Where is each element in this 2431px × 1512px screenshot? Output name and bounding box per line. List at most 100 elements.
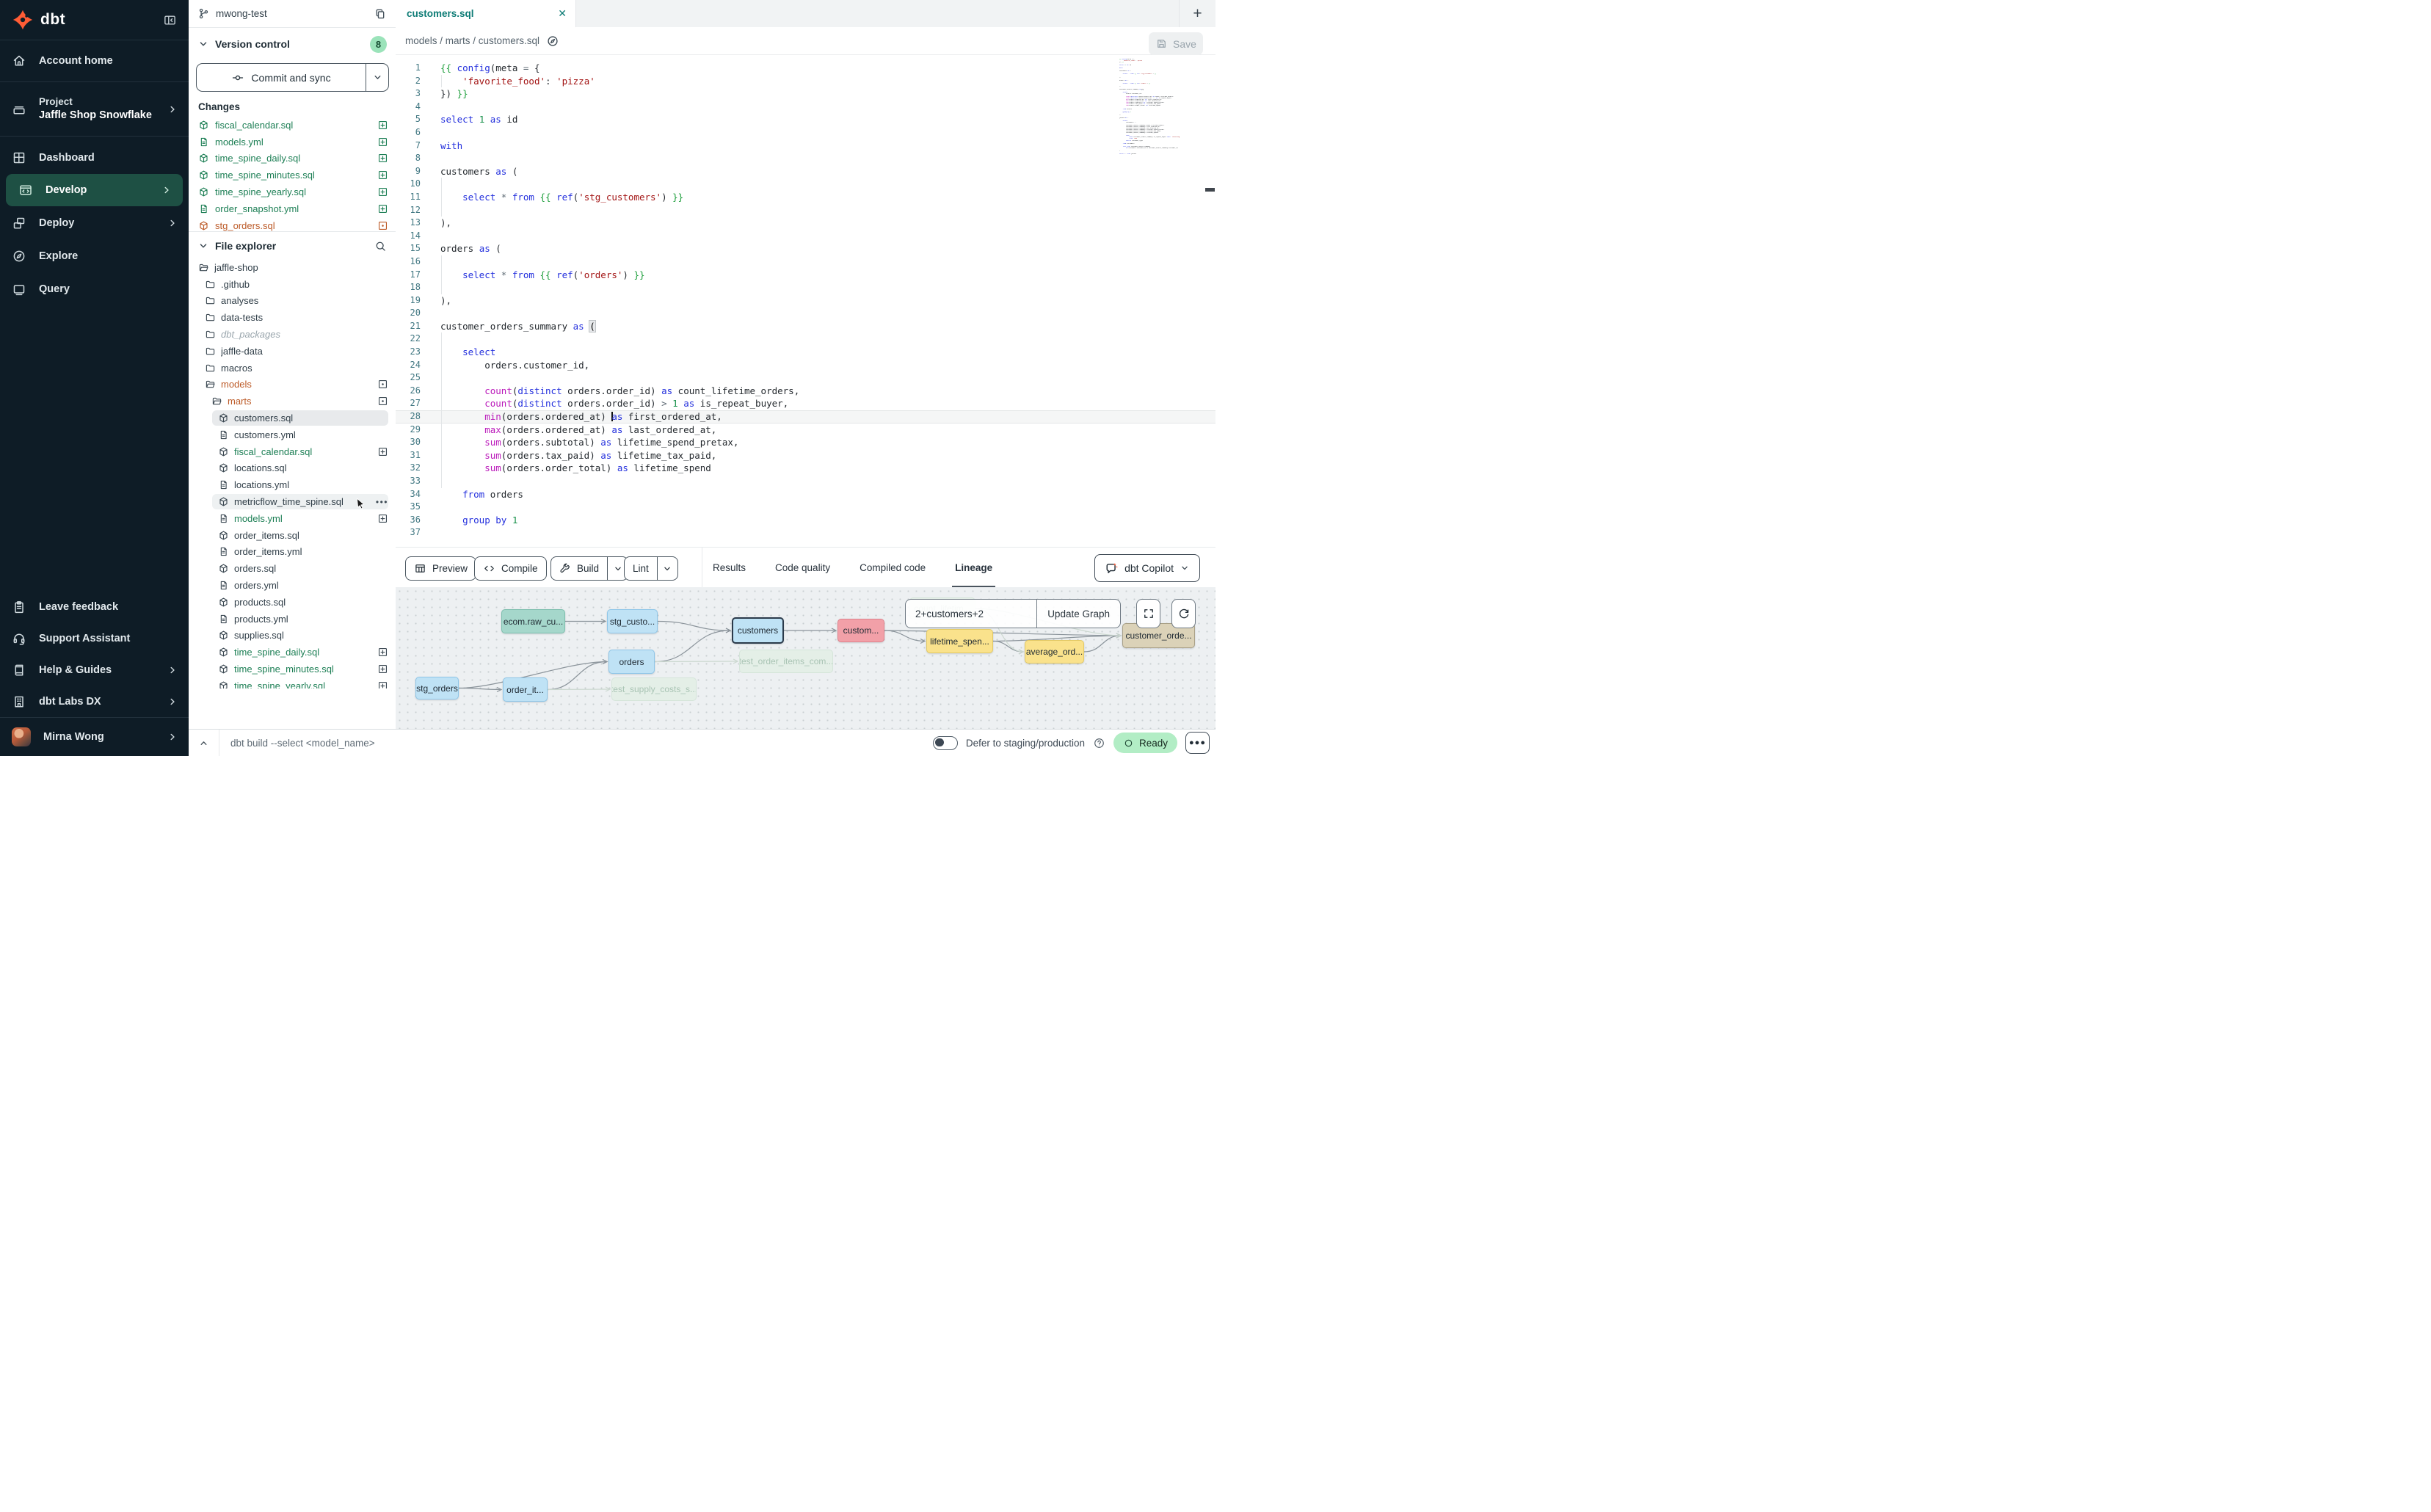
tree-item[interactable]: jaffle-shop — [189, 259, 396, 276]
lineage-node-test_sc[interactable]: test_supply_costs_s... — [611, 677, 697, 701]
help-question-icon[interactable] — [1093, 737, 1105, 749]
tab-code-quality[interactable]: Code quality — [775, 548, 830, 588]
stage-plus-icon[interactable] — [377, 203, 388, 214]
tree-item[interactable]: data-tests — [189, 309, 396, 326]
stage-plus-icon[interactable] — [377, 186, 388, 197]
change-row[interactable]: order_snapshot.yml — [189, 200, 396, 217]
stage-plus-icon[interactable] — [377, 513, 388, 524]
version-control-header[interactable]: Version control 8 — [197, 34, 387, 54]
tab-lineage[interactable]: Lineage — [955, 548, 992, 588]
sidebar-item-develop[interactable]: Develop — [6, 174, 183, 206]
compile-button[interactable]: Compile — [474, 556, 547, 581]
build-button[interactable]: Build — [550, 556, 628, 581]
row-menu-icon[interactable]: ••• — [376, 497, 388, 507]
lineage-node-stg_custo[interactable]: stg_custo... — [607, 609, 658, 633]
tree-item[interactable]: dbt_packages — [189, 326, 396, 343]
tree-item[interactable]: jaffle-data — [189, 343, 396, 360]
update-graph-button[interactable]: Update Graph — [1036, 600, 1120, 628]
dbt-copilot-button[interactable]: dbt Copilot — [1094, 554, 1200, 582]
sidebar-item-dbt-labs-dx[interactable]: dbt Labs DX — [0, 686, 189, 717]
stage-plus-icon[interactable] — [377, 120, 388, 131]
save-button[interactable]: Save — [1149, 32, 1203, 55]
lineage-node-lifetime[interactable]: lifetime_spen... — [926, 629, 993, 653]
change-row[interactable]: stg_orders.sql — [189, 217, 396, 231]
tree-item[interactable]: time_spine_daily.sql — [189, 644, 396, 661]
tree-item[interactable]: products.sql — [189, 594, 396, 611]
scrollbar-thumb[interactable] — [1205, 188, 1215, 192]
change-row[interactable]: fiscal_calendar.sql — [189, 117, 396, 134]
search-icon[interactable] — [374, 240, 387, 252]
sidebar-item-query[interactable]: Query — [0, 272, 189, 305]
stage-plus-icon[interactable] — [377, 137, 388, 148]
preview-button[interactable]: Preview — [405, 556, 476, 581]
tree-item[interactable]: locations.sql — [189, 460, 396, 477]
commit-and-sync-button[interactable]: Commit and sync — [196, 63, 389, 92]
sidebar-item-support-assistant[interactable]: Support Assistant — [0, 622, 189, 654]
lineage-node-orders[interactable]: orders — [608, 650, 655, 674]
refresh-button[interactable] — [1171, 599, 1196, 628]
stage-plus-icon[interactable] — [377, 170, 388, 181]
tree-item[interactable]: models.yml — [189, 510, 396, 527]
change-row[interactable]: time_spine_yearly.sql — [189, 183, 396, 200]
close-icon[interactable]: ✕ — [558, 7, 567, 20]
lint-button[interactable]: Lint — [624, 556, 678, 581]
sidebar-item-deploy[interactable]: Deploy — [0, 206, 189, 239]
more-options-button[interactable]: ●●● — [1185, 732, 1210, 754]
sidebar-collapse-icon[interactable] — [163, 13, 177, 27]
tree-item[interactable]: order_items.sql — [189, 527, 396, 544]
change-row[interactable]: time_spine_daily.sql — [189, 150, 396, 167]
stage-plus-icon[interactable] — [377, 680, 388, 688]
stage-plus-icon[interactable] — [377, 664, 388, 675]
fullscreen-button[interactable] — [1136, 599, 1160, 628]
tab-customers-sql[interactable]: customers.sql ✕ — [396, 0, 576, 27]
tree-item[interactable]: order_items.yml — [189, 544, 396, 561]
tree-item[interactable]: locations.yml — [189, 476, 396, 493]
tab-results[interactable]: Results — [713, 548, 746, 588]
tree-item[interactable]: time_spine_minutes.sql — [189, 661, 396, 677]
tree-item[interactable]: products.yml — [189, 611, 396, 628]
commit-dropdown-button[interactable] — [366, 64, 388, 91]
tree-item[interactable]: marts — [189, 393, 396, 410]
copy-icon[interactable] — [374, 7, 387, 21]
sidebar-item-explore[interactable]: Explore — [0, 239, 189, 272]
tree-item[interactable]: .github — [189, 276, 396, 293]
tree-item[interactable]: orders.sql — [189, 560, 396, 577]
sidebar-item-user[interactable]: Mirna Wong — [0, 718, 189, 756]
status-badge[interactable]: Ready — [1113, 733, 1177, 753]
tree-item[interactable]: metricflow_time_spine.sql••• — [189, 493, 396, 510]
stage-plus-icon[interactable] — [377, 153, 388, 164]
file-explorer-header[interactable]: File explorer — [197, 236, 387, 255]
lineage-node-pink[interactable]: custom... — [837, 619, 884, 642]
lineage-node-ecom[interactable]: ecom.raw_cu... — [501, 609, 565, 633]
change-row[interactable]: models.yml — [189, 134, 396, 150]
stage-plus-icon[interactable] — [377, 446, 388, 457]
lineage-canvas[interactable]: count_lifetim...ecom.raw_cu...stg_custo.… — [396, 587, 1216, 730]
lineage-node-test_oi[interactable]: test_order_items_com... — [739, 650, 833, 673]
lineage-node-customers[interactable]: customers — [732, 617, 784, 644]
tab-compiled-code[interactable]: Compiled code — [860, 548, 926, 588]
lint-dropdown-button[interactable] — [657, 557, 677, 580]
sidebar-item-leave-feedback[interactable]: Leave feedback — [0, 591, 189, 622]
tree-item[interactable]: analyses — [189, 293, 396, 310]
sidebar-item-account-home[interactable]: Account home — [0, 40, 189, 81]
lineage-selector-input[interactable]: 2+customers+2 — [906, 600, 1036, 628]
sidebar-item-dashboard[interactable]: Dashboard — [0, 141, 189, 174]
tree-item[interactable]: macros — [189, 360, 396, 377]
tree-item[interactable]: time_spine_yearly.sql — [189, 677, 396, 688]
lineage-node-stg_orders[interactable]: stg_orders — [415, 677, 459, 699]
new-tab-button[interactable]: + — [1179, 0, 1216, 27]
tree-item[interactable]: models — [189, 377, 396, 393]
stage-plus-icon[interactable] — [377, 647, 388, 658]
sidebar-item-project[interactable]: Project Jaffle Shop Snowflake — [0, 82, 189, 136]
lineage-node-order_it[interactable]: order_it... — [503, 677, 548, 702]
tree-item[interactable]: customers.sql — [189, 410, 396, 426]
lineage-node-avg[interactable]: average_ord... — [1025, 640, 1084, 664]
sidebar-item-help-guides[interactable]: Help & Guides — [0, 654, 189, 686]
code-editor[interactable]: 1{{ config(meta = {2 'favorite_food': 'p… — [396, 54, 1216, 547]
collapse-command-bar-button[interactable] — [189, 730, 219, 756]
minimap[interactable]: {{ config(meta = { 'favorite_food': 'piz… — [1119, 59, 1206, 155]
tree-item[interactable]: customers.yml — [189, 426, 396, 443]
tree-item[interactable]: orders.yml — [189, 577, 396, 594]
tree-item[interactable]: fiscal_calendar.sql — [189, 443, 396, 460]
command-input[interactable]: dbt build --select <model_name> — [230, 738, 375, 749]
